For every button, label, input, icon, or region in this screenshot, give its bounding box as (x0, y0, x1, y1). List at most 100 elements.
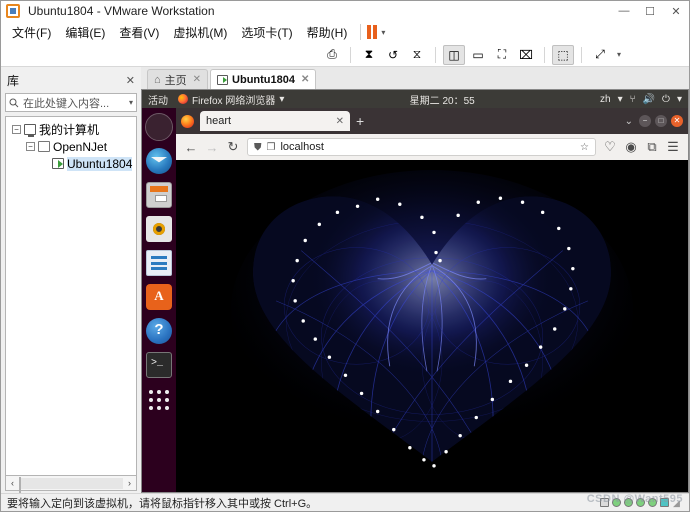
dock-libreoffice-writer-icon[interactable] (146, 250, 172, 276)
minimize-button[interactable]: — (611, 1, 637, 21)
stretch-guest-icon[interactable]: ⤢ (589, 45, 611, 65)
library-horizontal-scrollbar[interactable]: ‹ › (5, 476, 137, 493)
firefox-icon (178, 94, 188, 104)
library-tree: − 我的计算机 − OpenNJet Ubuntu1804 (5, 116, 137, 476)
library-title: 库 (7, 74, 20, 88)
tree-label-opennjet: OpenNJet (53, 139, 108, 154)
full-screen-icon[interactable]: ⛶ (491, 45, 513, 65)
network-adapter-icon[interactable] (624, 498, 633, 507)
close-button[interactable]: ✕ (663, 1, 689, 21)
snapshot-manager-icon[interactable]: ⎙ (321, 45, 343, 65)
vm-pane: ⌂ 主页 ✕ Ubuntu1804 ✕ 活动 Firefox 网络浏览器 ▾ 星… (141, 67, 689, 493)
home-icon: ⌂ (154, 73, 161, 86)
shield-icon[interactable]: ⛊ (254, 142, 262, 153)
menu-virtual-machine[interactable]: 虚拟机(M) (166, 22, 234, 43)
tree-item-my-computer[interactable]: − 我的计算机 (8, 121, 134, 138)
revert-snapshot-icon[interactable]: ↺ (382, 45, 404, 65)
firefox-minimize-button[interactable]: − (639, 115, 651, 127)
network-icon[interactable]: ⑂ (630, 94, 636, 105)
unity-mode-icon[interactable]: ⌧ (515, 45, 537, 65)
volume-icon[interactable]: 🔊 (643, 94, 655, 105)
tab-home-label: 主页 (164, 74, 187, 87)
scroll-track[interactable] (19, 476, 123, 493)
language-indicator[interactable]: zh (600, 94, 611, 105)
window-controls: — ☐ ✕ (611, 1, 689, 21)
firefox-close-button[interactable]: ✕ (671, 115, 683, 127)
stretch-dropdown-caret-icon[interactable]: ▾ (617, 50, 621, 59)
menu-tabs[interactable]: 选项卡(T) (234, 22, 299, 43)
url-bar[interactable]: ⛊ ❐ localhost ☆ (247, 138, 596, 156)
firefox-maximize-button[interactable]: □ (655, 115, 667, 127)
web-page-canvas[interactable] (176, 160, 688, 492)
guest-screen[interactable]: 活动 Firefox 网络浏览器 ▾ 星期二 20：55 zh ▾ ⑂ 🔊 ⏻ … (141, 89, 689, 493)
library-close-icon[interactable]: ✕ (126, 74, 135, 87)
sound-card-icon[interactable] (648, 498, 657, 507)
tab-ubuntu1804-close-icon[interactable]: ✕ (301, 74, 309, 85)
firefox-window: heart ✕ + ⌄ − □ ✕ ← → ↻ ⛊ ❐ localhost ☆ … (176, 108, 688, 492)
expander-icon[interactable]: − (12, 125, 21, 134)
reload-icon[interactable]: ↻ (226, 139, 240, 155)
dock-rhythmbox-icon[interactable] (146, 216, 172, 242)
pause-icon[interactable] (367, 25, 378, 39)
hard-disk-icon[interactable] (600, 498, 609, 507)
console-view-icon[interactable]: ⬚ (552, 44, 574, 65)
search-dropdown-caret-icon[interactable]: ▾ (129, 98, 133, 107)
expander-placeholder-icon (40, 159, 49, 168)
save-to-pocket-icon[interactable]: ⧉ (645, 139, 659, 155)
language-caret-icon[interactable]: ▾ (618, 94, 623, 105)
firefox-icon (181, 114, 194, 128)
usb-controller-icon[interactable] (636, 498, 645, 507)
tree-item-ubuntu1804[interactable]: Ubuntu1804 (8, 155, 134, 172)
toolbar-divider-2 (435, 46, 436, 63)
new-tab-button[interactable]: + (356, 114, 364, 128)
forward-icon[interactable]: → (205, 140, 219, 155)
system-menu-caret-icon[interactable]: ▾ (677, 94, 682, 105)
cd-drive-icon[interactable] (612, 498, 621, 507)
resize-grip-icon[interactable]: ◢ (673, 498, 683, 508)
application-menu-icon[interactable]: ☰ (666, 139, 680, 155)
tab-ubuntu1804-label: Ubuntu1804 (232, 73, 296, 86)
scroll-right-arrow-icon[interactable]: › (123, 478, 136, 488)
pocket-icon[interactable]: ♡ (603, 139, 617, 155)
manage-snapshots-icon[interactable]: ⧖ (406, 45, 428, 65)
show-library-icon[interactable]: ◫ (443, 44, 465, 65)
menu-help[interactable]: 帮助(H) (300, 22, 355, 43)
menu-edit[interactable]: 编辑(E) (58, 22, 112, 43)
scroll-left-arrow-icon[interactable]: ‹ (6, 478, 19, 488)
pause-dropdown-caret-icon[interactable]: ▾ (381, 28, 385, 37)
vm-icon (217, 74, 229, 85)
dock-thunderbird-icon[interactable] (146, 148, 172, 174)
ubuntu-dock (142, 108, 176, 492)
back-icon[interactable]: ← (184, 140, 198, 155)
menu-view[interactable]: 查看(V) (112, 22, 166, 43)
expander-icon[interactable]: − (26, 142, 35, 151)
show-thumbnail-bar-icon[interactable]: ▭ (467, 45, 489, 65)
page-info-icon[interactable]: ❐ (267, 142, 276, 153)
library-panel: 库 ✕ 在此处键入内容... ▾ − 我的计算机 − OpenNJet Ubun… (1, 67, 141, 493)
account-icon[interactable]: ◉ (624, 139, 638, 155)
clock[interactable]: 星期二 20：55 (284, 92, 600, 107)
list-all-tabs-icon[interactable]: ⌄ (625, 116, 633, 127)
active-app-menu[interactable]: Firefox 网络浏览器 ▾ (178, 92, 284, 107)
dock-files-icon[interactable] (146, 182, 172, 208)
bookmark-star-icon[interactable]: ☆ (580, 142, 589, 153)
browser-tab-close-icon[interactable]: ✕ (336, 116, 344, 127)
power-icon[interactable]: ⏻ (662, 94, 670, 105)
tab-home[interactable]: ⌂ 主页 ✕ (147, 69, 209, 89)
dock-show-applications-icon[interactable] (149, 390, 169, 410)
tab-home-close-icon[interactable]: ✕ (193, 74, 201, 85)
dock-terminal-icon[interactable] (146, 352, 172, 378)
dock-firefox-icon[interactable] (145, 113, 173, 141)
tree-item-opennjet[interactable]: − OpenNJet (8, 138, 134, 155)
tab-ubuntu1804[interactable]: Ubuntu1804 ✕ (210, 69, 317, 89)
dock-help-icon[interactable] (146, 318, 172, 344)
menu-file[interactable]: 文件(F) (5, 22, 58, 43)
printer-icon[interactable] (660, 498, 669, 507)
take-snapshot-icon[interactable]: ⧗ (358, 45, 380, 65)
browser-tab-heart[interactable]: heart ✕ (200, 111, 350, 131)
activities-button[interactable]: 活动 (148, 92, 168, 107)
scroll-thumb[interactable] (19, 476, 21, 493)
library-search-box[interactable]: 在此处键入内容... ▾ (5, 93, 137, 112)
dock-ubuntu-software-icon[interactable] (146, 284, 172, 310)
maximize-button[interactable]: ☐ (637, 1, 663, 21)
